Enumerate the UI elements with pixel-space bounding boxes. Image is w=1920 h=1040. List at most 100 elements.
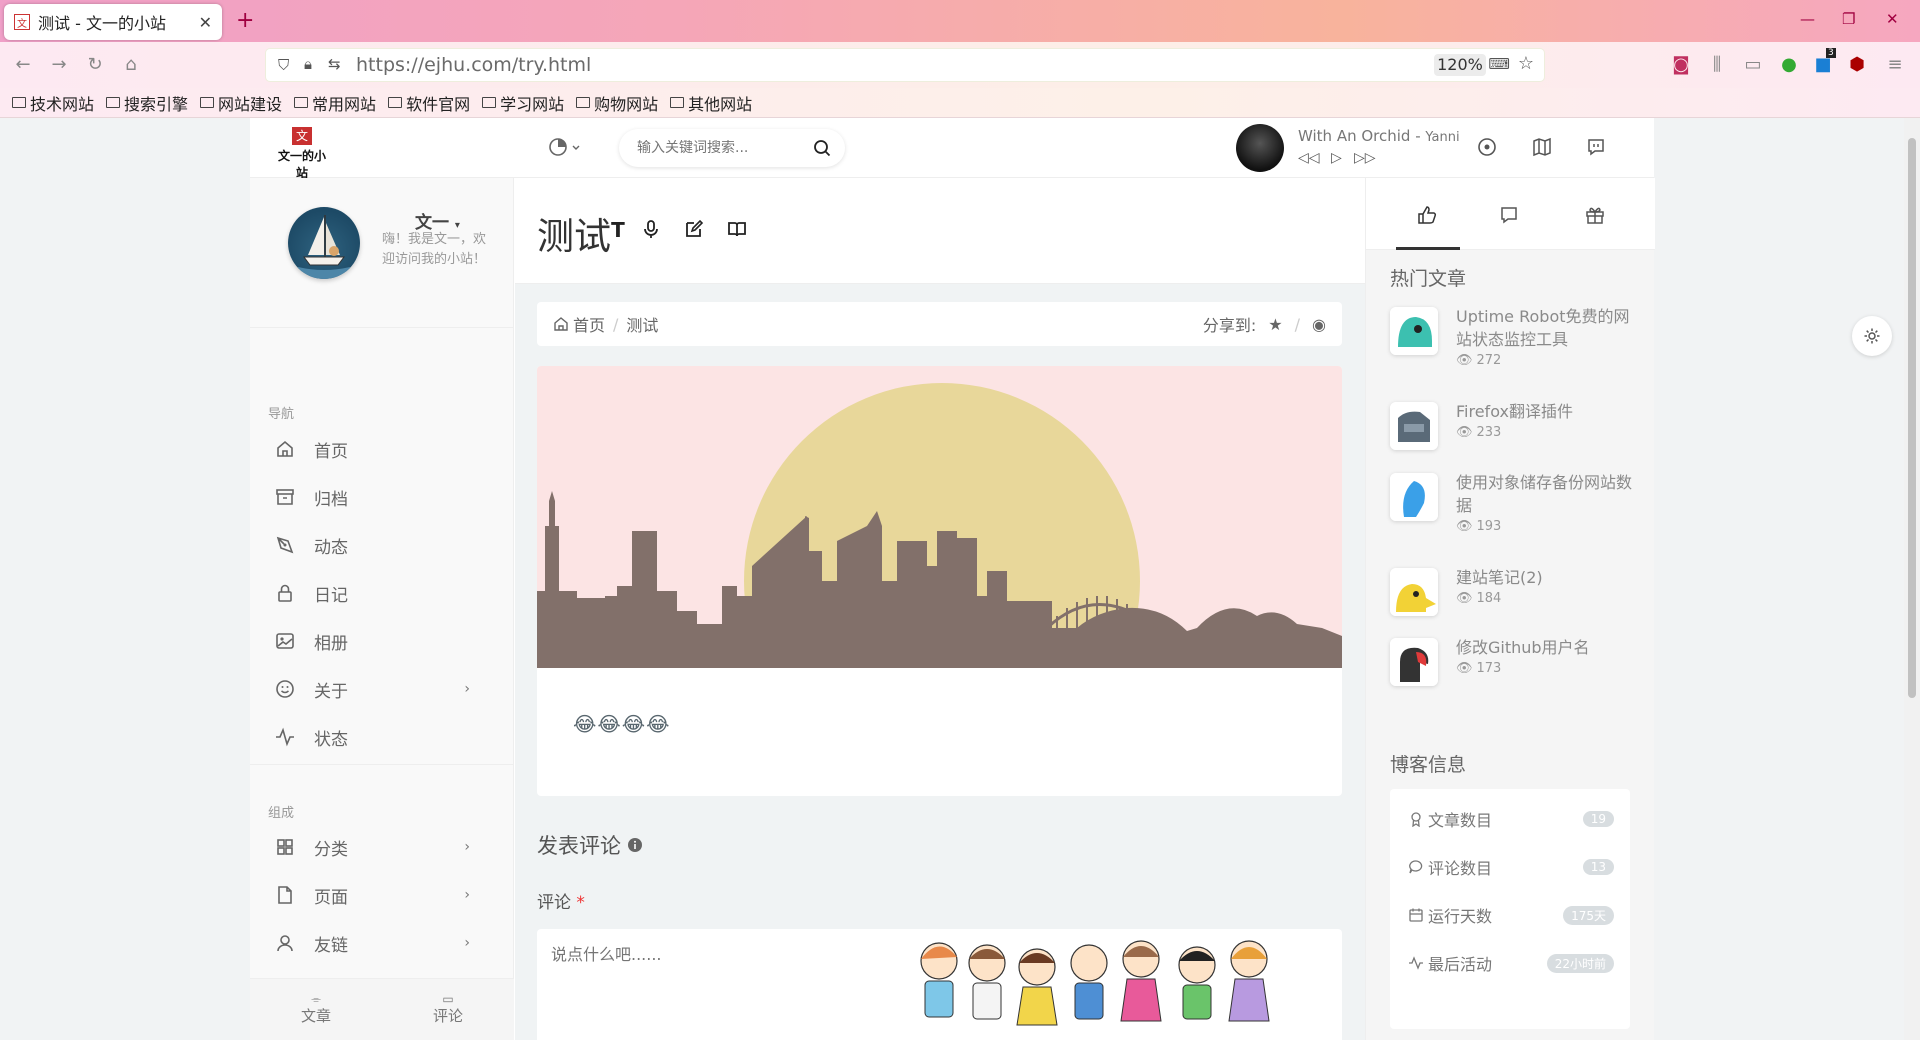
album-cover[interactable] bbox=[1236, 124, 1284, 172]
hot-post-item[interactable]: 建站笔记(2) 👁︎ 184 bbox=[1390, 566, 1640, 636]
extension-green-icon[interactable]: ● bbox=[1778, 54, 1800, 76]
folder-icon bbox=[294, 97, 309, 108]
sidebar-item-status[interactable]: 状态 bbox=[274, 715, 494, 759]
address-bar[interactable]: ⛉ 🔒︎ ⇆ https://ejhu.com/try.html 120% ⌨ … bbox=[266, 49, 1544, 81]
close-tab-icon[interactable]: ✕ bbox=[199, 13, 212, 32]
record-icon[interactable] bbox=[1476, 136, 1500, 160]
theme-toggle-icon[interactable] bbox=[548, 136, 582, 158]
hot-post-item[interactable]: Uptime Robot免费的网站状态监控工具 👁︎ 272 bbox=[1390, 305, 1640, 375]
sidebar-item-diary[interactable]: 日记 bbox=[274, 571, 494, 615]
hot-post-item[interactable]: Firefox翻译插件 👁︎ 233 bbox=[1390, 400, 1640, 470]
avatar[interactable] bbox=[288, 207, 360, 279]
comment-section-title: 发表评论 bbox=[537, 830, 643, 860]
qzone-star-icon[interactable]: ★ bbox=[1268, 315, 1282, 334]
breadcrumb-home[interactable]: 首页 bbox=[573, 312, 605, 336]
browser-tab[interactable]: 文 测试 - 文一的小站 ✕ bbox=[4, 4, 222, 40]
music-player: With An Orchid - Yanni ◁◁ ▷ ▷▷ bbox=[1236, 124, 1460, 172]
url-text[interactable]: https://ejhu.com/try.html bbox=[356, 54, 1434, 76]
tab-title: 测试 - 文一的小站 bbox=[38, 14, 166, 33]
bookmark-star-icon[interactable]: ☆ bbox=[1518, 53, 1534, 74]
hot-post-item[interactable]: 使用对象储存备份网站数据 👁︎ 193 bbox=[1390, 471, 1640, 541]
bookmark-folder[interactable]: 软件官网 bbox=[388, 91, 470, 115]
minimize-icon[interactable]: — bbox=[1800, 10, 1815, 28]
font-size-icon[interactable]: T bbox=[607, 218, 629, 242]
restore-icon[interactable]: ❐ bbox=[1842, 10, 1855, 28]
sidebar-item-album[interactable]: 相册 bbox=[274, 619, 494, 663]
tab-comments-icon[interactable] bbox=[1498, 204, 1522, 228]
close-window-icon[interactable]: ✕ bbox=[1886, 10, 1899, 28]
settings-gear-icon[interactable] bbox=[1852, 316, 1892, 356]
user-bio: 嗨！我是文一，欢迎访问我的小站！ bbox=[382, 232, 487, 267]
post-thumbnail bbox=[1390, 638, 1438, 686]
new-tab-button[interactable]: + bbox=[236, 8, 254, 33]
sidebar-item-archive[interactable]: 归档 bbox=[274, 475, 494, 519]
next-track-icon[interactable]: ▷▷ bbox=[1354, 150, 1376, 166]
zoom-level[interactable]: 120% bbox=[1434, 54, 1486, 76]
bookmark-folder[interactable]: 常用网站 bbox=[294, 91, 376, 115]
sidebar-item-friends[interactable]: 友链 › bbox=[274, 921, 494, 965]
thumb-eye bbox=[1414, 325, 1422, 333]
menu-icon[interactable]: ≡ bbox=[1884, 54, 1906, 76]
post-views: 👁︎ 193 bbox=[1456, 519, 1502, 534]
comment-icon bbox=[1408, 859, 1424, 875]
back-icon[interactable]: ← bbox=[12, 54, 34, 76]
shield-icon[interactable]: ⛉ bbox=[278, 56, 289, 74]
bookmark-folder[interactable]: 购物网站 bbox=[576, 91, 658, 115]
stat-badge: 13 bbox=[1582, 859, 1614, 875]
reload-icon[interactable]: ↻ bbox=[84, 54, 106, 76]
thumb-eye bbox=[1413, 591, 1419, 597]
eye-icon: 👁︎ bbox=[1456, 661, 1473, 676]
map-icon[interactable] bbox=[1531, 136, 1555, 160]
sidebar-icon[interactable]: ▭ bbox=[1742, 54, 1764, 76]
previous-track-icon[interactable]: ◁◁ bbox=[1298, 150, 1320, 166]
sidebar-item-about[interactable]: 关于 › bbox=[274, 667, 494, 711]
scrollbar-thumb[interactable] bbox=[1908, 138, 1916, 698]
tab-hot-thumbs-up-icon[interactable] bbox=[1416, 204, 1440, 228]
bookmark-folder[interactable]: 搜索引擎 bbox=[106, 91, 188, 115]
forward-icon[interactable]: → bbox=[48, 54, 70, 76]
sidebar-item-category[interactable]: 分类 › bbox=[274, 825, 494, 869]
tab-posts[interactable]: ⌯ 文章 bbox=[250, 979, 382, 1040]
sidebar-item-home[interactable]: 首页 bbox=[274, 427, 494, 471]
home-icon[interactable]: ⌂ bbox=[120, 54, 142, 76]
chat-icon[interactable] bbox=[1585, 136, 1609, 160]
play-icon[interactable]: ▷ bbox=[1331, 150, 1342, 166]
microphone-icon[interactable] bbox=[640, 218, 662, 240]
folder-icon bbox=[106, 97, 121, 108]
hot-post-item[interactable]: 修改Github用户名 👁︎ 173 bbox=[1390, 636, 1640, 706]
post-title: 使用对象储存备份网站数据 bbox=[1456, 473, 1633, 515]
bookmark-folder[interactable]: 网站建设 bbox=[200, 91, 282, 115]
search-input[interactable] bbox=[637, 140, 813, 156]
reading-mode-icon[interactable] bbox=[726, 218, 748, 240]
edit-icon[interactable] bbox=[683, 218, 705, 240]
lock-icon[interactable]: 🔒︎ bbox=[304, 55, 312, 73]
chevron-right-icon: › bbox=[464, 887, 470, 903]
stat-last-active: 最后活动 22小时前 bbox=[1408, 951, 1614, 975]
ublock-icon[interactable]: ⬢ bbox=[1846, 54, 1868, 76]
folder-icon bbox=[670, 97, 685, 108]
calendar-icon bbox=[1408, 907, 1424, 923]
bookmark-folder[interactable]: 技术网站 bbox=[12, 91, 94, 115]
bookmark-folder[interactable]: 学习网站 bbox=[482, 91, 564, 115]
post-title: Firefox翻译插件 bbox=[1456, 402, 1573, 421]
page-scrollbar[interactable] bbox=[1904, 118, 1920, 1040]
translate-icon[interactable]: ⌨ bbox=[1488, 55, 1510, 73]
folder-icon bbox=[482, 97, 497, 108]
pocket-icon[interactable]: ◙ bbox=[1670, 54, 1692, 76]
bookmark-folder[interactable]: 其他网站 bbox=[670, 91, 752, 115]
info-icon[interactable] bbox=[627, 837, 643, 853]
profile-card: 文一 ▾ 嗨！我是文一，欢迎访问我的小站！ bbox=[250, 178, 514, 328]
site-logo[interactable]: 文 文一的小站 bbox=[274, 127, 330, 180]
search-icon[interactable] bbox=[813, 139, 831, 157]
library-icon[interactable]: ⫼ bbox=[1706, 54, 1728, 76]
sidebar-item-pages[interactable]: 页面 › bbox=[274, 873, 494, 917]
image-icon bbox=[274, 630, 296, 652]
tab-comments[interactable]: ▭ 评论 bbox=[382, 979, 514, 1040]
active-tab-indicator bbox=[1396, 247, 1460, 250]
site-header: 文 文一的小站 With An Orchid - Yanni ◁◁ ▷ ▷▷ bbox=[250, 118, 1654, 180]
comment-input[interactable] bbox=[537, 929, 1342, 1040]
sidebar-item-moments[interactable]: 动态 bbox=[274, 523, 494, 567]
weibo-icon[interactable]: ◉ bbox=[1312, 315, 1326, 334]
tab-gift-icon[interactable] bbox=[1584, 204, 1608, 228]
permissions-icon[interactable]: ⇆ bbox=[328, 55, 341, 73]
